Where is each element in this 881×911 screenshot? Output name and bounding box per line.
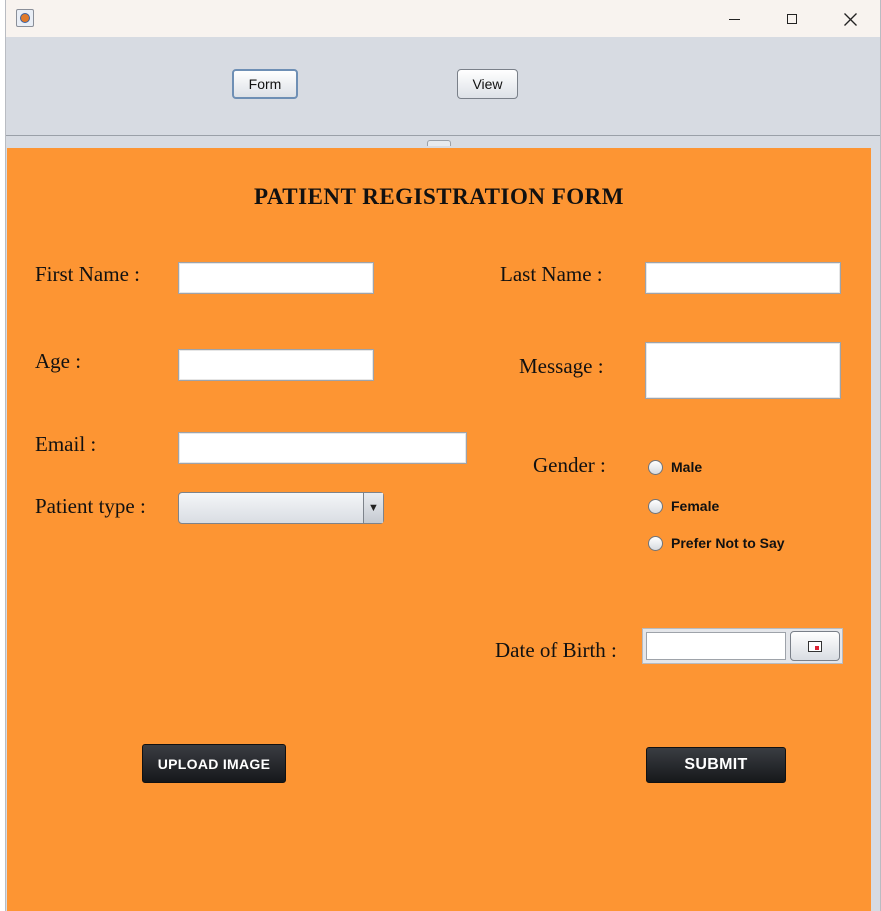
- radio-button[interactable]: [648, 498, 663, 514]
- age-label: Age :: [35, 349, 82, 373]
- gender-option-label: Male: [671, 459, 703, 475]
- gender-label: Gender :: [533, 453, 606, 477]
- view-button[interactable]: View: [457, 69, 518, 99]
- close-icon: [843, 12, 857, 26]
- form-button[interactable]: Form: [232, 69, 298, 99]
- close-button[interactable]: [828, 6, 872, 32]
- patient-type-select[interactable]: ▼: [178, 492, 384, 524]
- minimize-icon: [728, 18, 740, 20]
- gender-radio-male[interactable]: Male: [648, 459, 702, 475]
- java-coffee-cup-icon: [16, 9, 34, 27]
- age-input[interactable]: [178, 349, 374, 381]
- date-picker: [642, 628, 843, 664]
- divider-grip[interactable]: [427, 140, 451, 146]
- form-title: PATIENT REGISTRATION FORM: [254, 184, 624, 209]
- last-name-input[interactable]: [645, 262, 841, 294]
- message-label: Message :: [519, 354, 604, 378]
- patient-type-label: Patient type :: [35, 494, 146, 518]
- calendar-button[interactable]: [790, 631, 840, 661]
- last-name-label: Last Name :: [500, 262, 603, 286]
- gender-radio-female[interactable]: Female: [648, 498, 719, 514]
- minimize-button[interactable]: [712, 6, 756, 32]
- message-textarea[interactable]: [645, 342, 841, 399]
- gender-option-label: Female: [671, 498, 720, 514]
- first-name-label: First Name :: [35, 262, 140, 286]
- registration-form-panel: PATIENT REGISTRATION FORM First Name : L…: [7, 148, 871, 911]
- submit-button[interactable]: SUBMIT: [646, 747, 786, 783]
- upload-image-button[interactable]: UPLOAD IMAGE: [142, 744, 286, 783]
- toolbar-panel: Form View: [6, 37, 880, 135]
- maximize-icon: [787, 14, 797, 24]
- email-label: Email :: [35, 432, 97, 456]
- dob-input[interactable]: [646, 632, 786, 660]
- first-name-input[interactable]: [178, 262, 374, 294]
- gender-radio-prefer-not-to-say[interactable]: Prefer Not to Say: [648, 535, 785, 551]
- app-window: Form View PATIENT REGISTRATION FORM Firs…: [5, 0, 881, 911]
- calendar-icon: [808, 640, 822, 652]
- dob-label: Date of Birth :: [495, 638, 617, 662]
- maximize-button[interactable]: [770, 6, 814, 32]
- radio-button[interactable]: [648, 535, 663, 551]
- email-input[interactable]: [178, 432, 467, 464]
- split-pane-divider[interactable]: [6, 135, 880, 147]
- dropdown-arrow-icon[interactable]: ▼: [363, 493, 383, 523]
- radio-button[interactable]: [648, 459, 663, 475]
- gender-option-label: Prefer Not to Say: [671, 535, 785, 551]
- title-bar: [6, 0, 880, 37]
